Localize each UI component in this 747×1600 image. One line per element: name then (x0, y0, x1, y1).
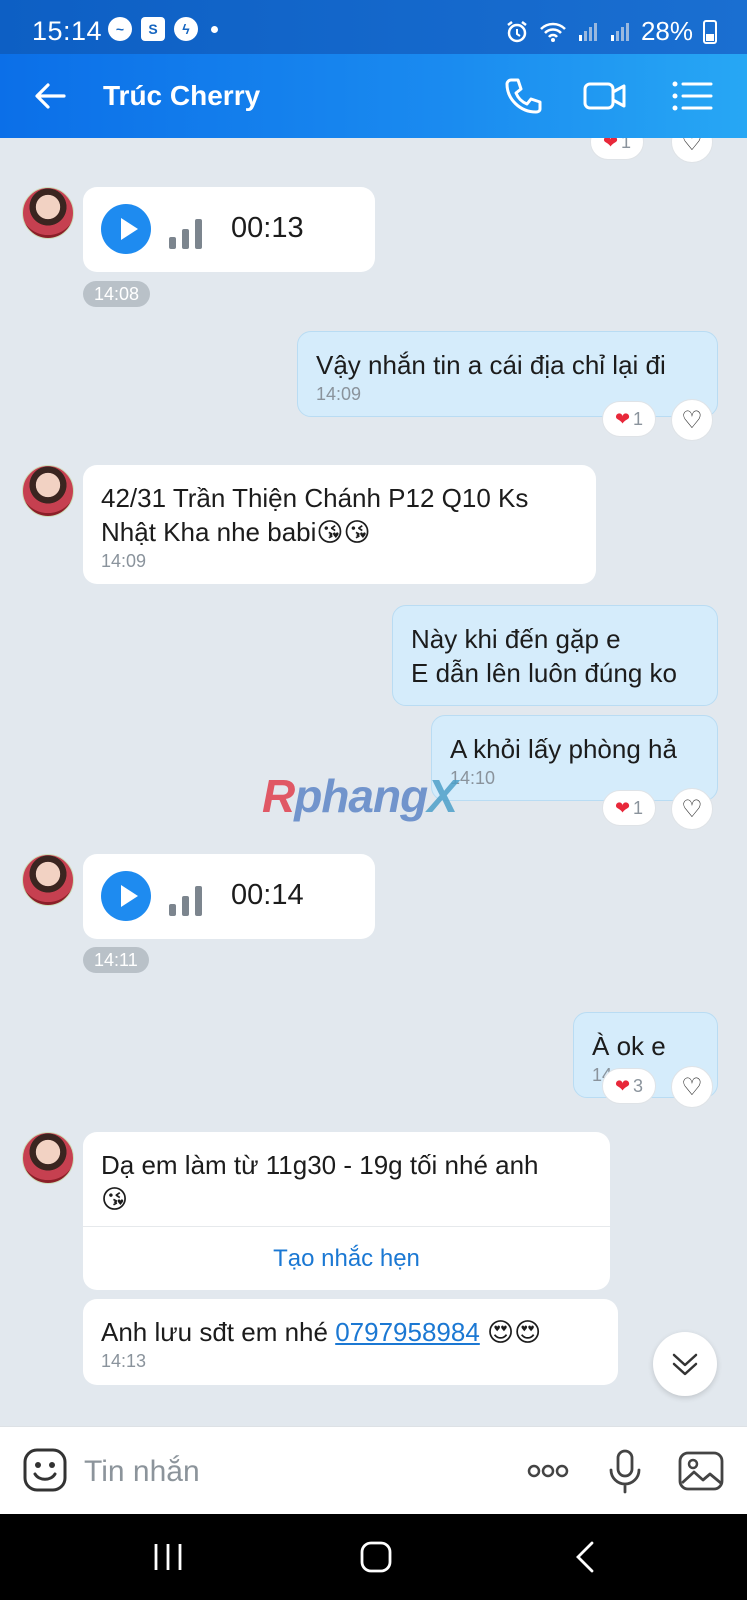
heart-reaction[interactable]: ❤ 1 (602, 790, 656, 826)
message-text: À ok e (592, 1031, 666, 1061)
status-time: 15:14 (32, 16, 103, 46)
zalo-notification-icon: ~ (108, 17, 132, 41)
list-icon[interactable] (670, 74, 716, 118)
composer: Tin nhắn (0, 1426, 747, 1514)
phone-icon[interactable] (500, 74, 546, 118)
heart-icon: ❤ (614, 797, 631, 818)
message-text: Dạ em làm từ 11g30 - 19g tối nhé anh 😘 (101, 1150, 539, 1214)
voice-message[interactable]: 00:14 (83, 854, 375, 939)
message-bubble[interactable]: 42/31 Trần Thiện Chánh P12 Q10 Ks Nhật K… (83, 465, 596, 584)
message-input[interactable]: Tin nhắn (84, 1455, 200, 1489)
phone-number-link[interactable]: 0797958984 (335, 1317, 480, 1347)
play-icon[interactable] (101, 871, 151, 921)
status-right: 28% (505, 16, 717, 47)
chat-header: Trúc Cherry (0, 54, 747, 138)
home-icon[interactable] (356, 1540, 396, 1574)
microphone-icon[interactable] (601, 1447, 649, 1495)
contact-name[interactable]: Trúc Cherry (103, 80, 260, 112)
system-navigation-bar (0, 1514, 747, 1600)
emoji-icon[interactable] (22, 1447, 68, 1493)
message-bubble[interactable]: A khỏi lấy phòng hả 14:10 (431, 715, 718, 801)
heart-outline-icon: ♡ (681, 406, 703, 434)
wifi-icon (540, 22, 566, 42)
avatar[interactable] (22, 1132, 74, 1184)
heart-icon: ❤ (602, 138, 619, 152)
battery-percent: 28% (640, 16, 693, 46)
create-reminder-button[interactable]: Tạo nhắc hẹn (83, 1226, 610, 1289)
watermark: RphangX (262, 770, 458, 822)
message-time: 14:13 (101, 1351, 147, 1371)
message-bubble[interactable]: Này khi đến gặp e E dẫn lên luôn đúng ko (392, 605, 718, 706)
messenger-notification-icon: ϟ (174, 17, 198, 41)
heart-icon: ❤ (614, 1075, 631, 1096)
more-dots-icon[interactable] (524, 1447, 572, 1495)
message-list[interactable]: ❤ 1 ♡ 00:13 14:08 Vậy nhắn tin a cái địa … (0, 138, 747, 1426)
message-text: Vậy nhắn tin a cái địa chỉ lại đi (316, 350, 666, 380)
avatar[interactable] (22, 465, 74, 517)
heart-reaction[interactable]: ❤ 1 (590, 138, 644, 160)
avatar[interactable] (22, 187, 74, 239)
signal-1-icon (578, 22, 597, 41)
signal-2-icon (610, 22, 629, 41)
battery-icon (703, 19, 717, 44)
voice-duration: 00:13 (231, 212, 304, 244)
shop-notification-icon: S (141, 17, 165, 41)
status-bar: 15:14 ~ S ϟ 28% (0, 0, 747, 54)
avatar[interactable] (22, 854, 74, 906)
message-text: Anh lưu sđt em nhé 0797958984 😍😍 (101, 1317, 542, 1347)
message-bubble[interactable]: Anh lưu sđt em nhé 0797958984 😍😍 14:13 (83, 1299, 618, 1385)
voice-duration: 00:14 (231, 879, 304, 911)
message-bubble[interactable]: Dạ em làm từ 11g30 - 19g tối nhé anh 😘 T… (83, 1132, 610, 1290)
message-bubble[interactable]: Vậy nhắn tin a cái địa chỉ lại đi 14:09 (297, 331, 718, 417)
message-time: 14:09 (316, 384, 362, 404)
waveform-icon (169, 884, 203, 916)
waveform-icon (169, 217, 203, 249)
react-button[interactable]: ♡ (671, 399, 713, 441)
react-button[interactable]: ♡ (671, 1066, 713, 1108)
message-text: 42/31 Trần Thiện Chánh P12 Q10 Ks Nhật K… (101, 483, 529, 547)
heart-outline-icon: ♡ (681, 795, 703, 823)
heart-reaction[interactable]: ❤ 3 (602, 1068, 656, 1104)
heart-outline-icon: ♡ (681, 1073, 703, 1101)
video-camera-icon[interactable] (582, 74, 628, 118)
heart-reaction[interactable]: ❤ 1 (602, 401, 656, 437)
message-text: Này khi đến gặp e E dẫn lên luôn đúng ko (411, 624, 677, 688)
message-time: 14:08 (83, 281, 151, 307)
heart-outline-icon: ♡ (681, 138, 703, 156)
react-button[interactable]: ♡ (671, 138, 713, 163)
alarm-icon (507, 20, 527, 42)
more-notifications-icon (211, 25, 218, 33)
recent-apps-icon[interactable] (148, 1540, 188, 1574)
back-nav-icon[interactable] (566, 1540, 606, 1574)
message-time: 14:11 (83, 947, 149, 973)
heart-icon: ❤ (614, 408, 631, 429)
voice-message[interactable]: 00:13 (83, 187, 375, 272)
react-button[interactable]: ♡ (671, 788, 713, 830)
chevron-double-down-icon (672, 1353, 698, 1376)
notification-icons: ~ S ϟ (108, 17, 218, 41)
message-text: A khỏi lấy phòng hả (450, 734, 677, 764)
message-time: 14:09 (101, 551, 147, 571)
play-icon[interactable] (101, 204, 151, 254)
arrow-left-icon[interactable] (30, 76, 70, 116)
image-icon[interactable] (677, 1447, 725, 1495)
scroll-to-bottom-button[interactable] (653, 1332, 717, 1396)
